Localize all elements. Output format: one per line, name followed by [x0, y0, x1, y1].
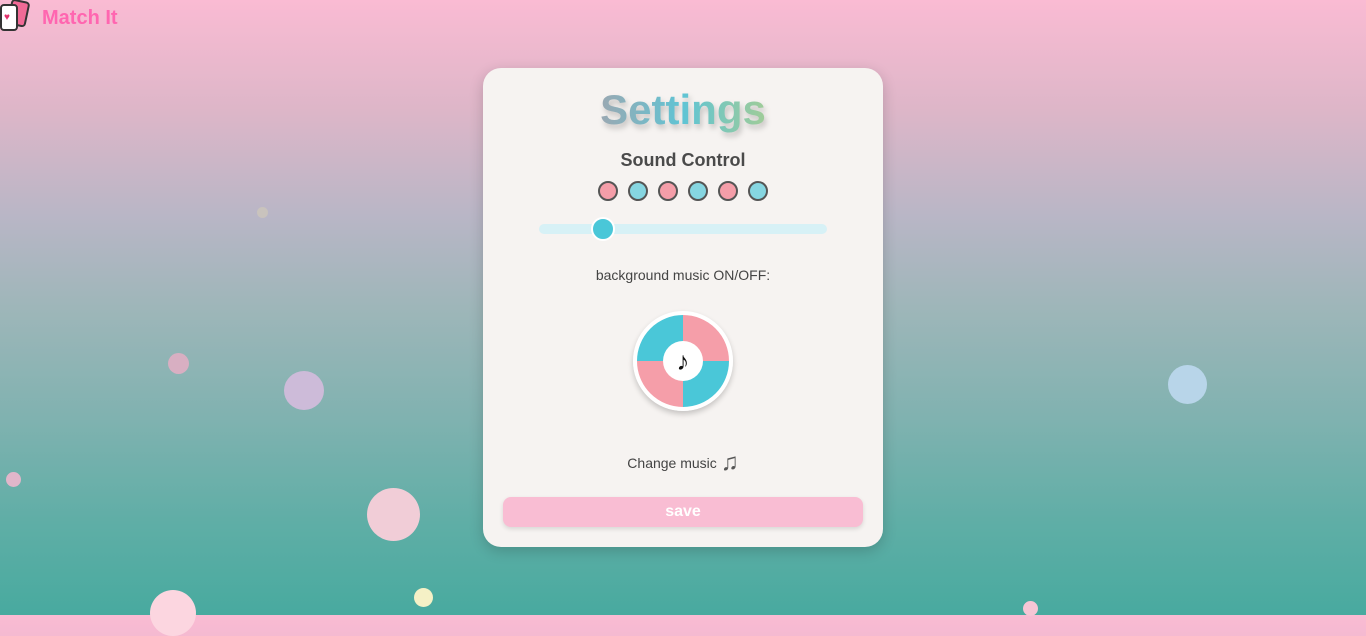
bubble: [1023, 601, 1038, 616]
volume-dot: [748, 181, 768, 201]
volume-slider-thumb[interactable]: [590, 217, 615, 241]
music-note-icon: ♪: [663, 341, 703, 381]
bubble: [150, 590, 196, 636]
playing-cards-icon: ♥: [0, 0, 30, 31]
bubble: [284, 371, 324, 410]
app-title: Match It: [42, 6, 118, 29]
bubble: [168, 353, 189, 374]
bubble: [6, 472, 21, 487]
svg-text:♥: ♥: [4, 12, 10, 23]
page-title: Settings: [600, 86, 766, 133]
change-music-label: Change music: [627, 455, 717, 471]
volume-dot: [718, 181, 738, 201]
background-music-label: background music ON/OFF:: [595, 267, 771, 283]
volume-dot: [688, 181, 708, 201]
bubble: [414, 588, 433, 607]
bubble: [1168, 365, 1207, 404]
music-toggle-button[interactable]: ♪: [633, 311, 733, 411]
sound-control-heading: Sound Control: [620, 150, 746, 170]
save-button[interactable]: save: [503, 497, 863, 527]
volume-dot: [628, 181, 648, 201]
change-music-button[interactable]: Change music ♫: [483, 449, 883, 477]
app-logo[interactable]: ♥ Match It: [0, 0, 118, 32]
bubble: [257, 207, 268, 218]
volume-dot: [658, 181, 678, 201]
volume-dot: [598, 181, 618, 201]
settings-panel: Settings Sound Control background music …: [483, 68, 883, 547]
volume-slider[interactable]: [539, 217, 827, 241]
bubble: [367, 488, 420, 541]
volume-indicator: [483, 181, 883, 201]
music-notes-icon: ♫: [720, 449, 739, 476]
